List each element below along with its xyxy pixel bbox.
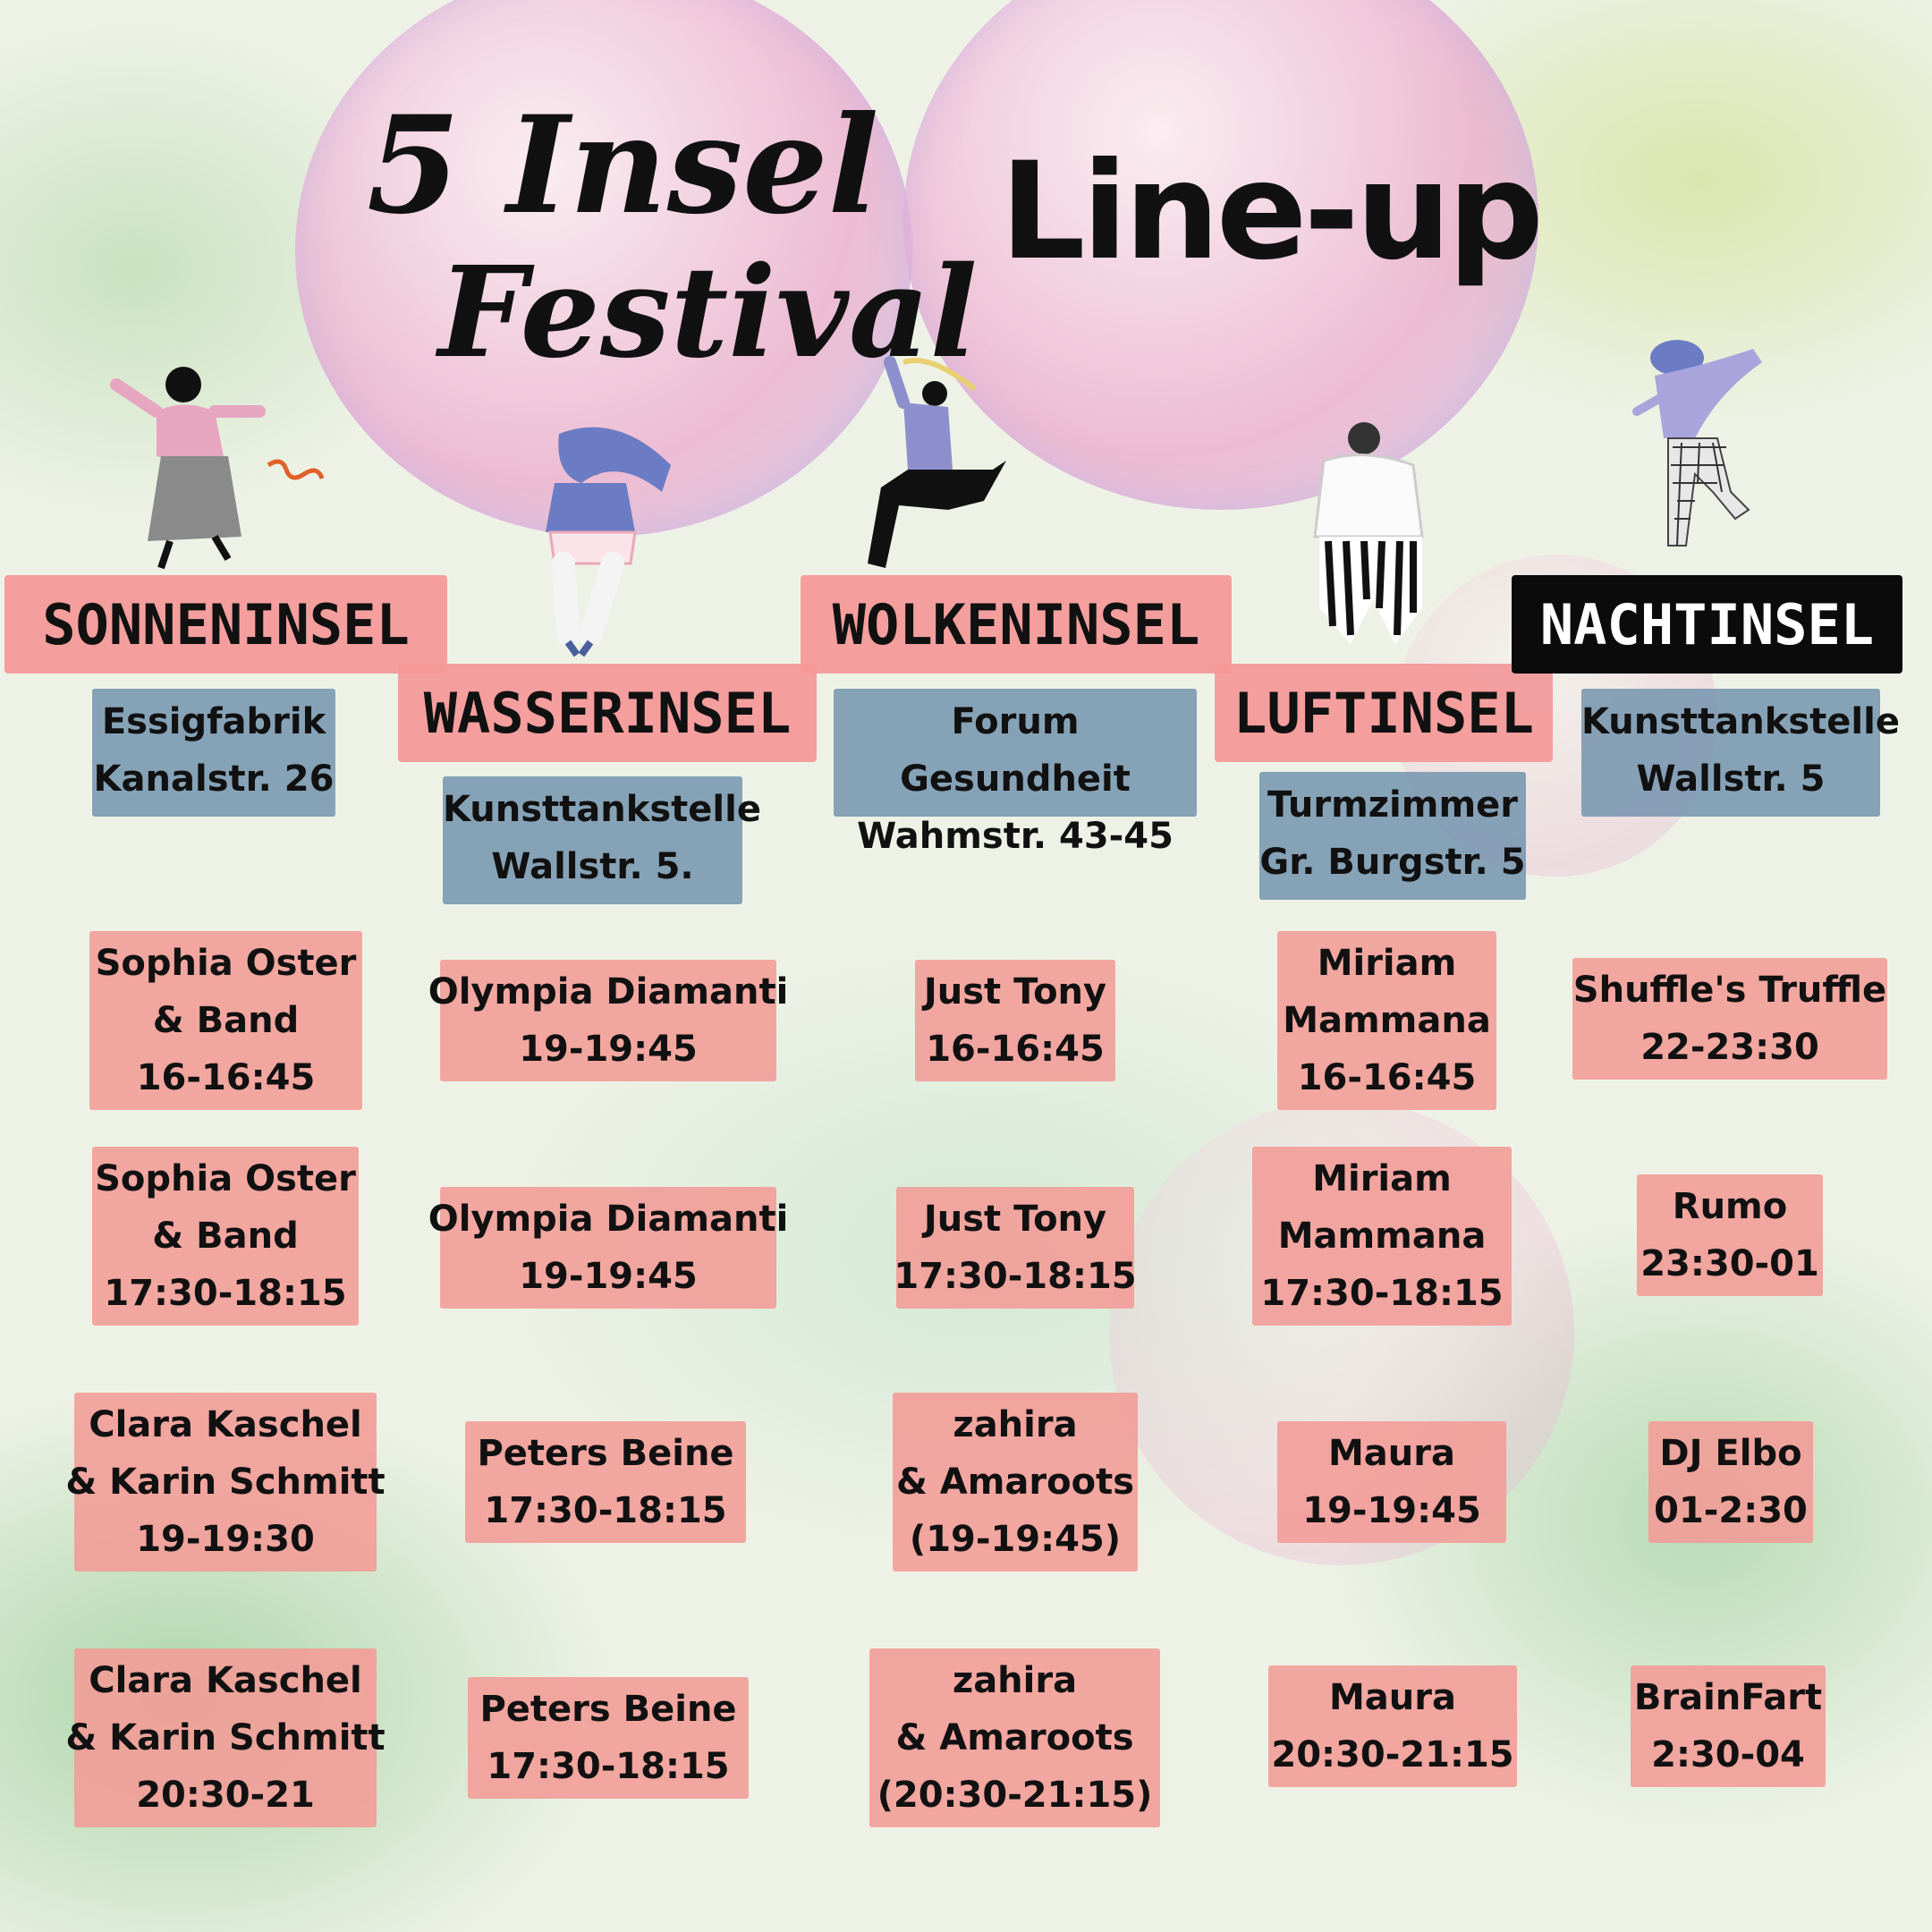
act-time: (20:30-21:15) xyxy=(877,1775,1153,1816)
act-name-cont: & Amaroots xyxy=(895,1462,1135,1503)
act-name: Maura xyxy=(1328,1433,1455,1474)
venue-address: Wahmstr. 43-45 xyxy=(857,816,1174,857)
act-time: 16-16:45 xyxy=(926,1029,1105,1070)
venue-address: Kanalstr. 26 xyxy=(93,758,335,800)
venue-luftinsel: Turmzimmer Gr. Burgstr. 5 xyxy=(1259,772,1526,900)
act-name-cont: & Band xyxy=(152,1216,299,1257)
venue-wasserinsel: Kunsttankstelle Wallstr. 5. xyxy=(443,776,761,904)
act-name: Olympia Diamanti xyxy=(428,1199,789,1240)
venue-address: Wallstr. 5. xyxy=(491,846,694,887)
venue-nachtinsel: Kunsttankstelle Wallstr. 5 xyxy=(1581,689,1900,817)
dancer-5-icon xyxy=(1632,340,1762,547)
act-name: Peters Beine xyxy=(479,1689,737,1730)
act-time: 20:30-21 xyxy=(136,1775,315,1816)
act-name: Peters Beine xyxy=(477,1433,734,1474)
act-name: Miriam xyxy=(1317,943,1457,984)
act-slot: Clara Kaschel & Karin Schmitt 20:30-21 xyxy=(65,1648,386,1827)
act-slot: Miriam Mammana 16-16:45 xyxy=(1277,931,1496,1110)
venue-name: Forum Gesundheit xyxy=(900,701,1131,800)
act-slot: Clara Kaschel & Karin Schmitt 19-19:30 xyxy=(65,1393,386,1572)
act-name: Just Tony xyxy=(923,1199,1107,1240)
act-slot: Maura 19-19:45 xyxy=(1277,1421,1506,1543)
act-name: BrainFart xyxy=(1633,1677,1823,1718)
act-name: zahira xyxy=(952,1660,1078,1701)
act-time: 19-19:45 xyxy=(519,1256,698,1297)
act-time: 19-19:45 xyxy=(519,1029,698,1070)
venue-address: Wallstr. 5 xyxy=(1636,758,1826,800)
act-time: 16-16:45 xyxy=(136,1057,316,1098)
act-slot: Peters Beine 17:30-18:15 xyxy=(468,1677,749,1799)
island-header-luftinsel: LUFTINSEL xyxy=(1215,664,1553,762)
act-name: Just Tony xyxy=(923,971,1107,1013)
act-time: 17:30-18:15 xyxy=(1260,1273,1504,1314)
act-slot: Just Tony 16-16:45 xyxy=(915,960,1115,1081)
act-slot: Rumo 23:30-01 xyxy=(1637,1174,1823,1296)
act-time: 2:30-04 xyxy=(1651,1734,1805,1775)
act-slot: Maura 20:30-21:15 xyxy=(1268,1665,1517,1787)
island-header-wasserinsel: WASSERINSEL xyxy=(398,664,817,762)
act-time: 22-23:30 xyxy=(1640,1027,1819,1068)
act-name: Rumo xyxy=(1672,1186,1788,1227)
island-header-nachtinsel: NACHTINSEL xyxy=(1512,575,1902,674)
dancer-2-icon xyxy=(546,427,671,657)
act-time: 19-19:30 xyxy=(136,1519,315,1560)
act-name-cont: & Band xyxy=(152,1000,300,1041)
act-time: 17:30-18:15 xyxy=(484,1490,727,1531)
act-name: Shuffle's Truffle xyxy=(1572,970,1887,1011)
venue-sonneninsel: Essigfabrik Kanalstr. 26 xyxy=(92,689,335,817)
act-name-cont: & Karin Schmitt xyxy=(65,1717,386,1758)
festival-title-line1: 5 Insel xyxy=(367,87,879,244)
act-slot: Just Tony 17:30-18:15 xyxy=(894,1187,1137,1309)
act-slot: Miriam Mammana 17:30-18:15 xyxy=(1252,1147,1512,1326)
venue-address: Gr. Burgstr. 5 xyxy=(1259,842,1526,883)
lineup-title: Line-up xyxy=(1000,134,1544,290)
act-time: 17:30-18:15 xyxy=(894,1256,1137,1297)
act-name-cont: & Karin Schmitt xyxy=(65,1462,386,1503)
act-name: Clara Kaschel xyxy=(89,1404,362,1445)
act-slot: zahira & Amaroots (20:30-21:15) xyxy=(869,1648,1160,1827)
act-time: 17:30-18:15 xyxy=(487,1746,730,1787)
act-slot: Sophia Oster & Band 16-16:45 xyxy=(89,931,362,1110)
act-slot: Peters Beine 17:30-18:15 xyxy=(465,1421,746,1543)
act-time: 17:30-18:15 xyxy=(104,1273,347,1314)
act-name: Sophia Oster xyxy=(95,943,357,984)
act-slot: Shuffle's Truffle 22-23:30 xyxy=(1572,958,1887,1080)
venue-name: Kunsttankstelle xyxy=(443,789,761,830)
act-time: 19-19:45 xyxy=(1302,1490,1481,1531)
act-name: zahira xyxy=(953,1404,1078,1445)
venue-wolkeninsel: Forum Gesundheit Wahmstr. 43-45 xyxy=(834,689,1197,857)
act-slot: zahira & Amaroots (19-19:45) xyxy=(893,1393,1138,1572)
act-name: DJ Elbo xyxy=(1659,1433,1802,1474)
act-slot: Olympia Diamanti 19-19:45 xyxy=(428,1187,788,1309)
island-header-sonneninsel: SONNENINSEL xyxy=(4,575,447,674)
dancer-4-icon xyxy=(1313,422,1424,644)
act-time: (19-19:45) xyxy=(909,1519,1122,1560)
act-name-cont: & Amaroots xyxy=(895,1717,1134,1758)
act-name: Miriam xyxy=(1312,1158,1452,1199)
act-slot: BrainFart 2:30-04 xyxy=(1631,1665,1826,1787)
dancer-1-icon xyxy=(110,367,325,570)
venue-name: Kunsttankstelle xyxy=(1581,701,1900,742)
dancer-3-icon xyxy=(868,356,1006,568)
act-time: 23:30-01 xyxy=(1640,1243,1819,1284)
act-name-cont: Mammana xyxy=(1277,1216,1487,1257)
act-slot: DJ Elbo 01-2:30 xyxy=(1648,1421,1813,1543)
act-name: Olympia Diamanti xyxy=(428,971,789,1013)
venue-name: Turmzimmer xyxy=(1267,784,1518,826)
act-name: Maura xyxy=(1329,1677,1456,1718)
act-name: Sophia Oster xyxy=(95,1158,356,1199)
act-slot: Olympia Diamanti 19-19:45 xyxy=(428,960,788,1081)
venue-name: Essigfabrik xyxy=(101,701,326,742)
act-slot: Sophia Oster & Band 17:30-18:15 xyxy=(92,1147,359,1326)
act-time: 16-16:45 xyxy=(1297,1057,1477,1098)
act-name: Clara Kaschel xyxy=(89,1660,362,1701)
act-time: 20:30-21:15 xyxy=(1271,1734,1514,1775)
act-time: 01-2:30 xyxy=(1654,1490,1808,1531)
island-header-wolkeninsel: WOLKENINSEL xyxy=(801,575,1232,674)
act-name-cont: Mammana xyxy=(1283,1000,1491,1041)
